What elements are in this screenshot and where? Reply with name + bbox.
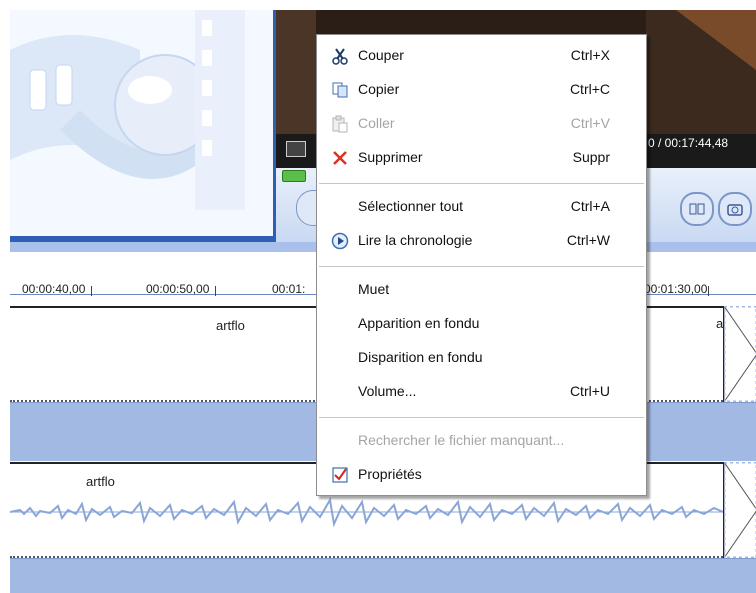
copy-icon xyxy=(332,82,348,98)
menu-item-label: Propriétés xyxy=(358,466,422,482)
properties-check-icon xyxy=(332,467,348,483)
menu-item-paste: Coller Ctrl+V xyxy=(317,109,646,139)
menu-item-fade-in[interactable]: Apparition en fondu xyxy=(317,309,646,339)
film-reel-graphic-icon xyxy=(10,10,245,210)
menu-item-copy[interactable]: Copier Ctrl+C xyxy=(317,75,646,105)
menu-item-select-all[interactable]: Sélectionner tout Ctrl+A xyxy=(317,192,646,222)
menu-item-play-timeline[interactable]: Lire la chronologie Ctrl+W xyxy=(317,226,646,256)
menu-separator xyxy=(319,417,644,418)
menu-item-cut[interactable]: Couper Ctrl+X xyxy=(317,41,646,71)
menu-separator xyxy=(319,266,644,267)
paste-icon xyxy=(332,115,348,133)
menu-separator xyxy=(319,183,644,184)
menu-item-shortcut: Ctrl+V xyxy=(570,115,610,131)
ruler-tick xyxy=(215,286,216,296)
menu-item-label: Disparition en fondu xyxy=(358,349,483,365)
title-overlay-track[interactable] xyxy=(10,558,756,593)
ruler-tick xyxy=(708,286,709,296)
menu-item-shortcut: Ctrl+A xyxy=(570,198,610,214)
ruler-label: 00:00:40,00 xyxy=(22,282,86,296)
clip-label-next: a xyxy=(716,316,724,331)
ruler-tick xyxy=(91,286,92,296)
menu-item-shortcut: Ctrl+C xyxy=(569,81,610,97)
menu-item-shortcut: Ctrl+W xyxy=(566,232,610,248)
menu-item-shortcut: Suppr xyxy=(572,149,610,165)
collections-pane xyxy=(10,10,274,236)
menu-item-label: Couper xyxy=(358,47,404,63)
menu-item-label: Coller xyxy=(358,115,395,131)
menu-item-fade-out[interactable]: Disparition en fondu xyxy=(317,343,646,373)
transition-icon xyxy=(722,304,756,404)
menu-item-find-missing-file: Rechercher le fichier manquant... xyxy=(317,426,646,456)
menu-item-shortcut: Ctrl+U xyxy=(569,383,610,399)
ruler-label: 00:01: xyxy=(272,282,306,296)
fullscreen-icon[interactable] xyxy=(286,141,306,157)
waveform-graphic xyxy=(10,497,723,528)
scissors-icon xyxy=(332,48,348,65)
menu-item-mute[interactable]: Muet xyxy=(317,275,646,305)
menu-item-label: Muet xyxy=(358,281,390,297)
audio-transition-marker[interactable] xyxy=(722,460,756,560)
menu-item-label: Lire la chronologie xyxy=(358,232,473,248)
time-display: 0 / 00:17:44,48 xyxy=(648,136,729,150)
menu-item-label: Rechercher le fichier manquant... xyxy=(358,432,565,448)
menu-item-label: Supprimer xyxy=(358,149,423,165)
split-clip-button[interactable] xyxy=(680,192,714,226)
menu-item-volume[interactable]: Volume... Ctrl+U xyxy=(317,377,646,407)
play-circle-icon xyxy=(331,232,349,250)
camera-icon xyxy=(727,204,743,216)
menu-item-label: Sélectionner tout xyxy=(358,198,464,214)
menu-item-label: Copier xyxy=(358,81,400,97)
ruler-label: 00:00:50,00 xyxy=(146,282,210,296)
split-icon xyxy=(689,203,705,215)
ruler-label: 00:01:30,00 xyxy=(644,282,708,296)
transition-marker[interactable] xyxy=(722,304,756,404)
delete-x-icon xyxy=(333,151,347,165)
menu-item-delete[interactable]: Supprimer Suppr xyxy=(317,143,646,173)
menu-item-properties[interactable]: Propriétés xyxy=(317,460,646,490)
clip-label: artflo xyxy=(86,474,115,489)
menu-item-label: Apparition en fondu xyxy=(358,315,480,331)
seek-slider-icon[interactable] xyxy=(282,170,306,182)
snapshot-button[interactable] xyxy=(718,192,752,226)
menu-item-label: Volume... xyxy=(358,383,417,399)
context-menu: Couper Ctrl+X Copier Ctrl+C Coller Ctrl+… xyxy=(316,34,647,496)
transition-icon xyxy=(722,460,756,560)
clip-label: artflo xyxy=(216,318,245,333)
menu-item-shortcut: Ctrl+X xyxy=(570,47,610,63)
